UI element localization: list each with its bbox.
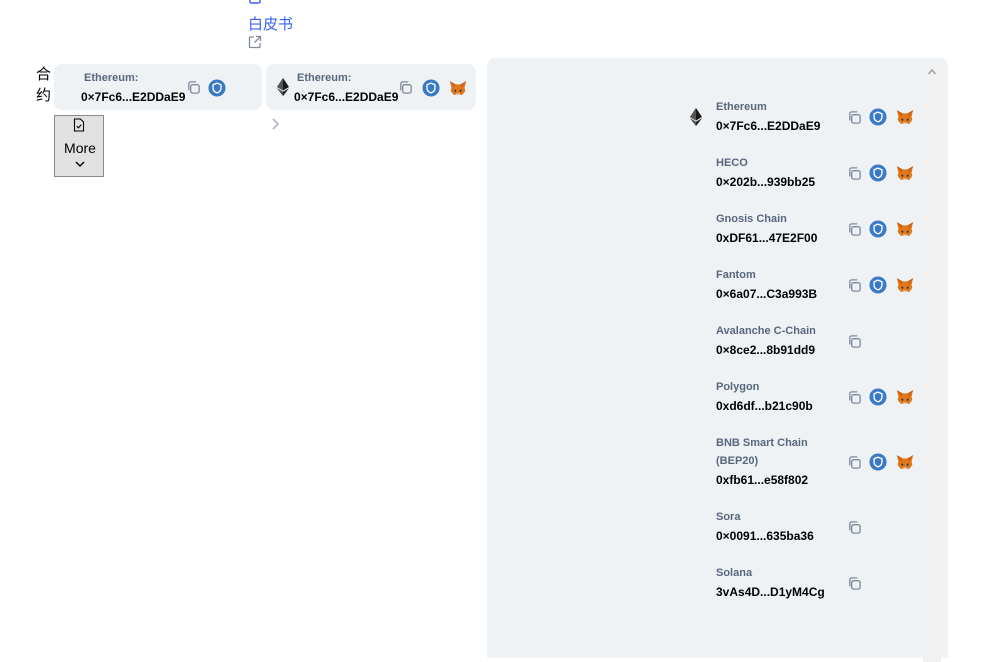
chain-item-heco[interactable]: HECO 0×202b...939bb25 (690, 157, 930, 193)
chain-address: 0xd6df...b21c90b (716, 399, 813, 413)
contract-card[interactable]: Ethereum: 0×7Fc6...E2DDaE9 (54, 64, 262, 110)
contract-address: 0×7Fc6...E2DDaE9 (81, 90, 186, 104)
chain-item-fantom[interactable]: Fantom 0×6a07...C3a993B (690, 269, 930, 305)
chain-name: Solana (716, 567, 753, 579)
whitepaper-link[interactable]: 白皮书 (248, 13, 293, 34)
chain-item-gnosis[interactable]: Gnosis Chain 0xDF61...47E2F00 (690, 213, 930, 249)
ethereum-icon (690, 108, 702, 126)
copy-icon[interactable] (396, 78, 414, 96)
chain-address: 0×8ce2...8b91dd9 (716, 343, 816, 357)
metamask-fox-icon[interactable] (896, 276, 914, 294)
chain-address: 0xDF61...47E2F00 (716, 231, 818, 245)
chain-name: Ethereum (716, 101, 767, 113)
shield-icon[interactable] (422, 79, 440, 97)
chain-address: 0×202b...939bb25 (716, 175, 816, 189)
chain-name: BNB Smart Chain (716, 437, 808, 449)
chain-address: 0×7Fc6...E2DDaE9 (716, 119, 821, 133)
chain-item-bnb[interactable]: BNB Smart Chain (BEP20) 0xfb61...e58f802 (690, 437, 930, 491)
metamask-fox-icon[interactable] (896, 164, 914, 182)
contract-chain-name: Ethereum: (297, 72, 352, 84)
shield-icon[interactable] (869, 108, 887, 126)
shield-icon[interactable] (869, 453, 887, 471)
copy-icon[interactable] (845, 164, 863, 182)
shield-icon[interactable] (208, 79, 226, 97)
metamask-fox-icon[interactable] (896, 388, 914, 406)
more-label: More (64, 140, 96, 156)
shield-icon[interactable] (869, 276, 887, 294)
chain-name: Polygon (716, 381, 760, 393)
copy-icon[interactable] (845, 453, 863, 471)
chain-name: Gnosis Chain (716, 213, 787, 225)
more-button[interactable]: More (54, 115, 104, 177)
shield-icon[interactable] (869, 388, 887, 406)
shield-icon[interactable] (869, 164, 887, 182)
copy-icon[interactable] (845, 220, 863, 238)
chain-address: 0×6a07...C3a993B (716, 287, 818, 301)
chain-address: 0×0091...635ba36 (716, 529, 814, 543)
chain-item-solana[interactable]: Solana 3vAs4D...D1yM4Cg (690, 567, 930, 603)
chain-item-sora[interactable]: Sora 0×0091...635ba36 (690, 511, 930, 547)
chain-address: 0xfb61...e58f802 (716, 473, 809, 487)
metamask-fox-icon[interactable] (896, 108, 914, 126)
chain-item-avalanche[interactable]: Avalanche C-Chain 0×8ce2...8b91dd9 (690, 325, 930, 361)
copy-icon[interactable] (845, 276, 863, 294)
ethereum-icon (277, 78, 289, 96)
contract-card[interactable]: Ethereum: 0×7Fc6...E2DDaE9 (266, 64, 476, 110)
chevron-up-icon[interactable] (927, 68, 937, 76)
copy-icon[interactable] (845, 518, 863, 536)
chain-name: Avalanche C-Chain (716, 325, 816, 337)
metamask-fox-icon[interactable] (896, 453, 914, 471)
chain-name: HECO (716, 157, 748, 169)
document-icon (73, 118, 85, 132)
contract-chain-name: Ethereum: (84, 72, 139, 84)
contract-address: 0×7Fc6...E2DDaE9 (294, 90, 399, 104)
metamask-fox-icon[interactable] (449, 79, 467, 97)
shield-icon[interactable] (869, 220, 887, 238)
chain-name: Fantom (716, 269, 756, 281)
chevron-right-icon[interactable] (270, 117, 280, 131)
copy-icon[interactable] (184, 78, 202, 96)
chain-item-polygon[interactable]: Polygon 0xd6df...b21c90b (690, 381, 930, 417)
copy-icon[interactable] (845, 108, 863, 126)
document-icon (249, 0, 261, 4)
metamask-fox-icon[interactable] (896, 220, 914, 238)
chain-address: 3vAs4D...D1yM4Cg (716, 585, 825, 599)
copy-icon[interactable] (845, 574, 863, 592)
external-link-icon[interactable] (248, 35, 262, 49)
copy-icon[interactable] (845, 332, 863, 350)
chain-name: Sora (716, 511, 741, 523)
chevron-down-icon (75, 161, 85, 167)
chain-item-ethereum[interactable]: Ethereum 0×7Fc6...E2DDaE9 (690, 101, 930, 137)
contracts-label: 合约 (36, 66, 52, 104)
copy-icon[interactable] (845, 388, 863, 406)
chain-name-suffix: (BEP20) (716, 455, 759, 467)
